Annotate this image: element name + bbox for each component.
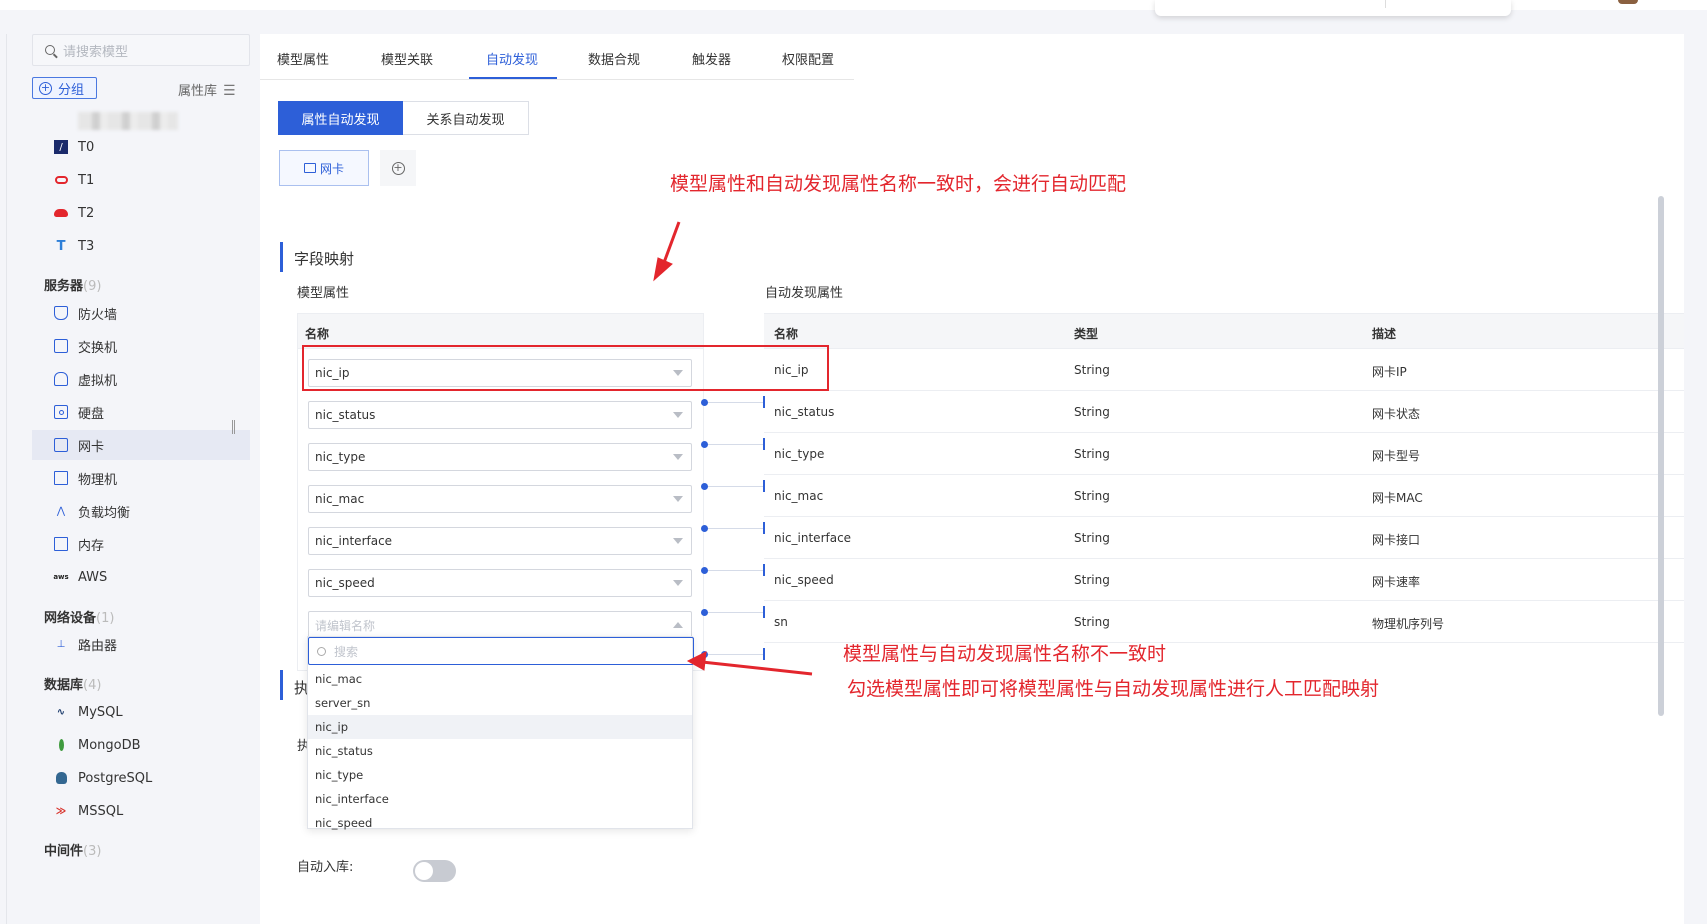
arrow-down-head xyxy=(653,257,673,282)
annotation-arrows xyxy=(653,221,813,676)
arrow-left-head xyxy=(686,651,707,671)
arrow-left-line xyxy=(701,660,813,676)
